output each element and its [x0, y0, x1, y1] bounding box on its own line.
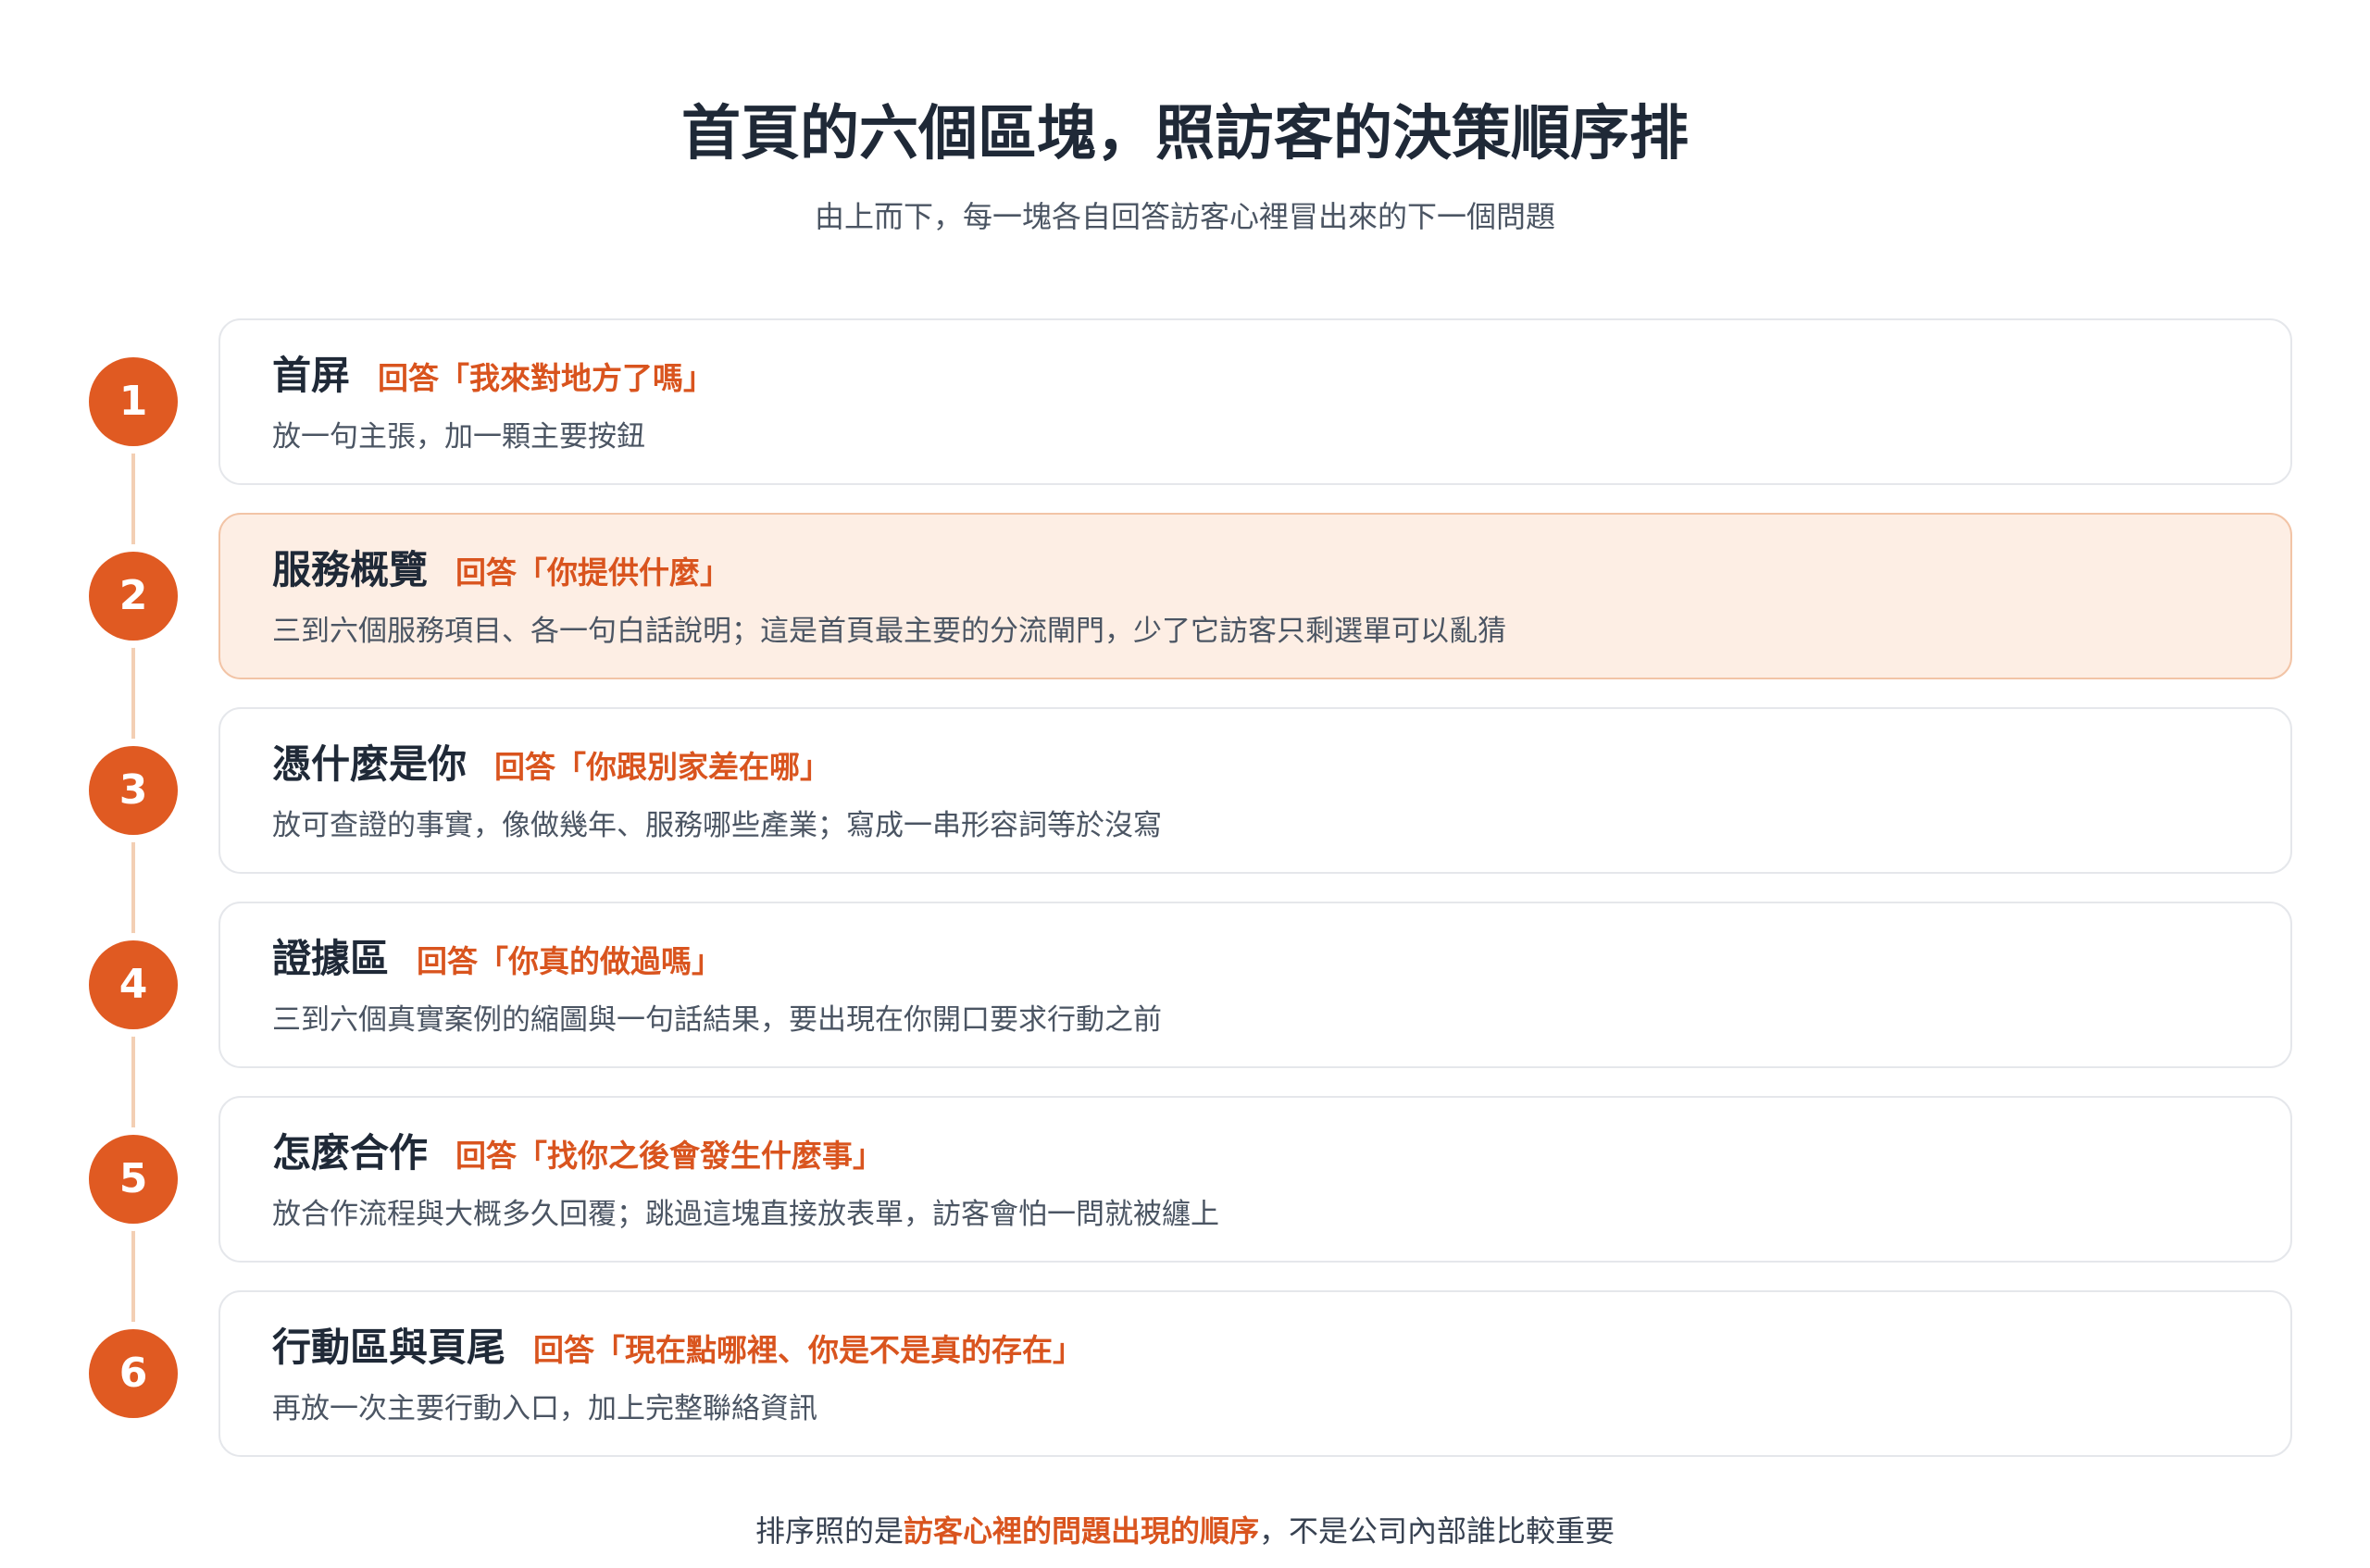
step-description: 再放一次主要行動入口，加上完整聯絡資訊 — [272, 1392, 817, 1425]
step-description: 放合作流程與大概多久回覆；跳過這塊直接放表單，訪客會怕一問就被纏上 — [272, 1198, 1219, 1231]
step-3: 3 憑什麼是你 回答「你跟別家差在哪」 放可查證的事實，像做幾年、服務哪些產業；寫… — [0, 707, 2370, 874]
step-number-badge: 3 — [89, 746, 178, 835]
step-question: 回答「你真的做過嗎」 — [417, 943, 723, 979]
footer-suffix: ，不是公司內部誰比較重要 — [1259, 1513, 1615, 1549]
step-name: 行動區與頁尾 — [272, 1325, 506, 1370]
step-name: 怎麼合作 — [272, 1130, 429, 1176]
step-question: 回答「現在點哪裡、你是不是真的存在」 — [533, 1332, 1084, 1368]
step-card: 行動區與頁尾 回答「現在點哪裡、你是不是真的存在」 再放一次主要行動入口，加上完整… — [218, 1290, 2292, 1457]
step-number-badge: 4 — [89, 940, 178, 1029]
step-2: 2 服務概覽 回答「你提供什麼」 三到六個服務項目、各一句白話說明；這是首頁最主要… — [0, 513, 2370, 679]
step-name: 服務概覽 — [272, 547, 429, 592]
step-name: 首屏 — [272, 353, 351, 398]
step-description: 放可查證的事實，像做幾年、服務哪些產業；寫成一串形容詞等於沒寫 — [272, 809, 1162, 842]
step-card: 證據區 回答「你真的做過嗎」 三到六個真實案例的縮圖與一句話結果，要出現在你開口要… — [218, 902, 2292, 1068]
step-question: 回答「找你之後會發生什麼事」 — [455, 1138, 884, 1174]
footer-emphasis: 訪客心裡的問題出現的順序 — [903, 1513, 1259, 1549]
step-name: 證據區 — [272, 936, 390, 981]
step-question: 回答「你跟別家差在哪」 — [494, 749, 831, 785]
step-description: 放一句主張，加一顆主要按鈕 — [272, 420, 645, 454]
step-header: 行動區與頁尾 回答「現在點哪裡、你是不是真的存在」 — [272, 1320, 1083, 1384]
step-description: 三到六個服務項目、各一句白話說明；這是首頁最主要的分流閘門，少了它訪客只剩選單可… — [272, 615, 1506, 648]
step-number-badge: 1 — [89, 357, 178, 446]
step-header: 證據區 回答「你真的做過嗎」 — [272, 931, 722, 995]
step-4: 4 證據區 回答「你真的做過嗎」 三到六個真實案例的縮圖與一句話結果，要出現在你開… — [0, 902, 2370, 1068]
page-subtitle: 由上而下，每一塊各自回答訪客心裡冒出來的下一個問題 — [814, 199, 1555, 234]
footer-prefix: 排序照的是 — [755, 1513, 904, 1549]
step-number-badge: 6 — [89, 1329, 178, 1418]
step-description: 三到六個真實案例的縮圖與一句話結果，要出現在你開口要求行動之前 — [272, 1003, 1162, 1037]
step-question: 回答「我來對地方了嗎」 — [378, 360, 715, 396]
step-name: 憑什麼是你 — [272, 741, 468, 787]
step-6: 6 行動區與頁尾 回答「現在點哪裡、你是不是真的存在」 再放一次主要行動入口，加上… — [0, 1290, 2370, 1457]
step-card: 首屏 回答「我來對地方了嗎」 放一句主張，加一顆主要按鈕 — [218, 318, 2292, 485]
footer-note: 排序照的是訪客心裡的問題出現的順序，不是公司內部誰比較重要 — [0, 1511, 2370, 1551]
step-question: 回答「你提供什麼」 — [455, 554, 731, 591]
step-5: 5 怎麼合作 回答「找你之後會發生什麼事」 放合作流程與大概多久回覆；跳過這塊直接… — [0, 1096, 2370, 1263]
step-card-highlighted: 服務概覽 回答「你提供什麼」 三到六個服務項目、各一句白話說明；這是首頁最主要的分… — [218, 513, 2292, 679]
step-header: 怎麼合作 回答「找你之後會發生什麼事」 — [272, 1126, 883, 1189]
step-card: 憑什麼是你 回答「你跟別家差在哪」 放可查證的事實，像做幾年、服務哪些產業；寫成一… — [218, 707, 2292, 874]
step-number-badge: 5 — [89, 1135, 178, 1224]
step-card: 怎麼合作 回答「找你之後會發生什麼事」 放合作流程與大概多久回覆；跳過這塊直接放表… — [218, 1096, 2292, 1263]
step-1: 1 首屏 回答「我來對地方了嗎」 放一句主張，加一顆主要按鈕 — [0, 318, 2370, 485]
step-header: 首屏 回答「我來對地方了嗎」 — [272, 348, 714, 412]
step-number-badge: 2 — [89, 552, 178, 641]
page-title: 首頁的六個區塊，照訪客的決策順序排 — [681, 100, 1689, 168]
step-header: 憑什麼是你 回答「你跟別家差在哪」 — [272, 737, 830, 801]
step-header: 服務概覽 回答「你提供什麼」 — [272, 542, 730, 606]
